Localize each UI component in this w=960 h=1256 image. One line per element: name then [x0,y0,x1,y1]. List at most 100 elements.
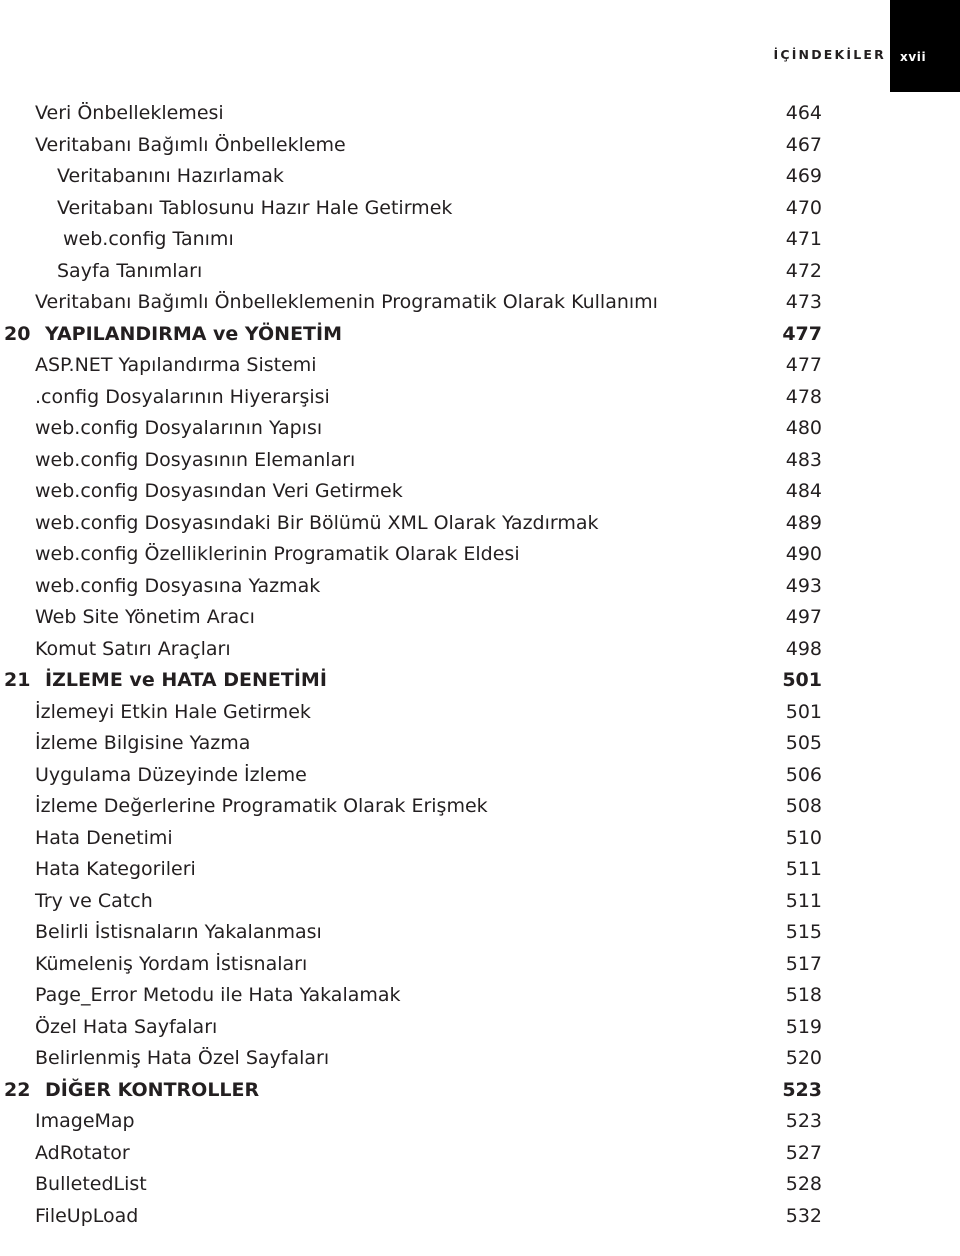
toc-row[interactable]: 22 DİĞER KONTROLLER 523 [0,1075,822,1107]
toc-entry-page-number: 505 [785,732,822,754]
toc-row[interactable]: Komut Satırı Araçları 498 [0,634,822,666]
toc-row[interactable]: 20 YAPILANDIRMA ve YÖNETİM 477 [0,319,822,351]
running-head-label: İÇİNDEKİLER [773,47,886,62]
toc-row[interactable]: Veritabanı Bağımlı Önbellekleme 467 [0,130,822,162]
toc-entry-page-number: 517 [785,952,822,975]
toc-entry-title: Try ve Catch [35,889,153,912]
toc-entry-page-number: 471 [785,228,822,250]
toc-entry-title: İzleme Değerlerine Programatik Olarak Er… [35,795,488,817]
toc-entry-title: Web Site Yönetim Aracı [35,606,255,628]
toc-entry-page-number: 473 [785,291,822,313]
toc-row[interactable]: FileUpLoad 532 [0,1201,822,1233]
toc-entry-title: İzleme Bilgisine Yazma [35,732,251,754]
toc-row[interactable]: İzleme Değerlerine Programatik Olarak Er… [0,791,822,823]
toc-entry-page-number: 519 [785,1015,822,1038]
toc-row[interactable]: 21 İZLEME ve HATA DENETİMİ 501 [0,665,822,697]
toc-row[interactable]: Sayfa Tanımları 472 [0,256,822,288]
toc-entry-page-number: 506 [785,763,822,786]
toc-row[interactable]: Belirlenmiş Hata Özel Sayfaları 520 [0,1043,822,1075]
toc-entry-title: Veritabanı Bağımlı Önbelleklemenin Progr… [35,291,658,313]
toc-entry-title: Veritabanı Bağımlı Önbellekleme [35,133,346,156]
toc-row[interactable]: Uygulama Düzeyinde İzleme 506 [0,760,822,792]
toc-entry-page-number: 511 [785,858,822,880]
toc-entry-title: Kümeleniş Yordam İstisnaları [35,952,308,975]
toc-chapter-number: 20 [4,322,31,345]
toc-entry-title: web.config Dosyalarının Yapısı [35,417,323,439]
toc-entry-title: Hata Denetimi [35,826,173,849]
toc-entry-page-number: 511 [785,889,822,912]
toc-entry-title: DİĞER KONTROLLER [45,1078,260,1101]
toc-row[interactable]: AdRotator 527 [0,1138,822,1170]
toc-row[interactable]: Hata Kategorileri 511 [0,854,822,886]
toc-chapter-number: 21 [4,669,31,691]
toc-entry-page-number: 483 [785,448,822,471]
toc-entry-title: web.config Dosyasındaki Bir Bölümü XML O… [35,511,599,534]
toc-entry-page-number: 520 [785,1047,822,1069]
toc-entry-title: Veri Önbelleklemesi [35,102,224,124]
toc-entry-title: web.config Özelliklerinin Programatik Ol… [35,543,520,565]
toc-entry-page-number: 528 [785,1173,822,1195]
toc-row[interactable]: İzleme Bilgisine Yazma 505 [0,728,822,760]
toc-chapter-number: 22 [4,1078,31,1101]
toc-row[interactable]: web.config Dosyasındaki Bir Bölümü XML O… [0,508,822,540]
toc-entry-page-number: 493 [785,574,822,597]
toc-entry-title: Belirlenmiş Hata Özel Sayfaları [35,1047,330,1069]
toc-entry-page-number: 501 [785,700,822,723]
toc-row[interactable]: ImageMap 523 [0,1106,822,1138]
toc-entry-title: İZLEME ve HATA DENETİMİ [45,669,327,691]
toc-entry-title: web.config Dosyasından Veri Getirmek [35,480,403,502]
toc-entry-title: Sayfa Tanımları [57,259,203,282]
toc-row[interactable]: web.config Dosyalarının Yapısı 480 [0,413,822,445]
toc-entry-page-number: 515 [785,921,822,943]
toc-row[interactable]: Özel Hata Sayfaları 519 [0,1012,822,1044]
toc-entry-title: Hata Kategorileri [35,858,196,880]
toc-row[interactable]: Belirli İstisnaların Yakalanması 515 [0,917,822,949]
toc-row[interactable]: BulletedList 528 [0,1169,822,1201]
toc-row[interactable]: Web Site Yönetim Aracı 497 [0,602,822,634]
toc-row[interactable]: Veri Önbelleklemesi 464 [0,98,822,130]
toc-entry-page-number: 478 [785,385,822,408]
toc-row[interactable]: Hata Denetimi 510 [0,823,822,855]
table-of-contents: Veri Önbelleklemesi 464 Veritabanı Bağımlı… [0,98,960,1232]
toc-entry-page-number: 467 [785,133,822,156]
toc-entry-title: YAPILANDIRMA ve YÖNETİM [45,322,342,345]
toc-row[interactable]: web.config Dosyasından Veri Getirmek 484 [0,476,822,508]
toc-row[interactable]: web.config Özelliklerinin Programatik Ol… [0,539,822,571]
toc-entry-title: Veritabanını Hazırlamak [57,165,284,187]
toc-row[interactable]: İzlemeyi Etkin Hale Getirmek 501 [0,697,822,729]
toc-entry-title: Page_Error Metodu ile Hata Yakalamak [35,984,401,1006]
toc-entry-page-number: 523 [785,1110,822,1132]
toc-entry-page-number: 477 [785,354,822,376]
toc-entry-title: .config Dosyalarının Hiyerarşisi [35,385,330,408]
toc-row[interactable]: Veritabanı Bağımlı Önbelleklemenin Progr… [0,287,822,319]
toc-row[interactable]: ASP.NET Yapılandırma Sistemi 477 [0,350,822,382]
toc-row[interactable]: Kümeleniş Yordam İstisnaları 517 [0,949,822,981]
toc-entry-title: BulletedList [35,1173,147,1195]
toc-entry-page-number: 501 [782,669,822,691]
toc-row[interactable]: Veritabanını Hazırlamak 469 [0,161,822,193]
toc-entry-title: ImageMap [35,1110,135,1132]
toc-row[interactable]: .config Dosyalarının Hiyerarşisi 478 [0,382,822,414]
toc-entry-page-number: 489 [785,511,822,534]
toc-entry-title: İzlemeyi Etkin Hale Getirmek [35,700,311,723]
toc-entry-page-number: 523 [782,1078,822,1101]
toc-entry-page-number: 532 [785,1204,822,1227]
folio-number: xvii [900,50,927,64]
toc-entry-page-number: 527 [785,1141,822,1164]
toc-entry-page-number: 484 [785,480,822,502]
toc-entry-title: Belirli İstisnaların Yakalanması [35,921,322,943]
toc-entry-page-number: 508 [785,795,822,817]
toc-entry-title: web.config Dosyasına Yazmak [35,574,321,597]
toc-row[interactable]: Page_Error Metodu ile Hata Yakalamak 518 [0,980,822,1012]
toc-entry-page-number: 510 [785,826,822,849]
toc-entry-page-number: 472 [785,259,822,282]
toc-row[interactable]: Try ve Catch 511 [0,886,822,918]
toc-row[interactable]: Veritabanı Tablosunu Hazır Hale Getirmek… [0,193,822,225]
toc-entry-title: FileUpLoad [35,1204,139,1227]
toc-entry-title: Veritabanı Tablosunu Hazır Hale Getirmek [57,196,453,219]
toc-row[interactable]: web.config Dosyasına Yazmak 493 [0,571,822,603]
toc-row[interactable]: web.config Dosyasının Elemanları 483 [0,445,822,477]
page-running-header: İÇİNDEKİLER xvii [0,0,960,92]
toc-row[interactable]: web.config Tanımı 471 [0,224,822,256]
toc-entry-title: web.config Dosyasının Elemanları [35,448,356,471]
